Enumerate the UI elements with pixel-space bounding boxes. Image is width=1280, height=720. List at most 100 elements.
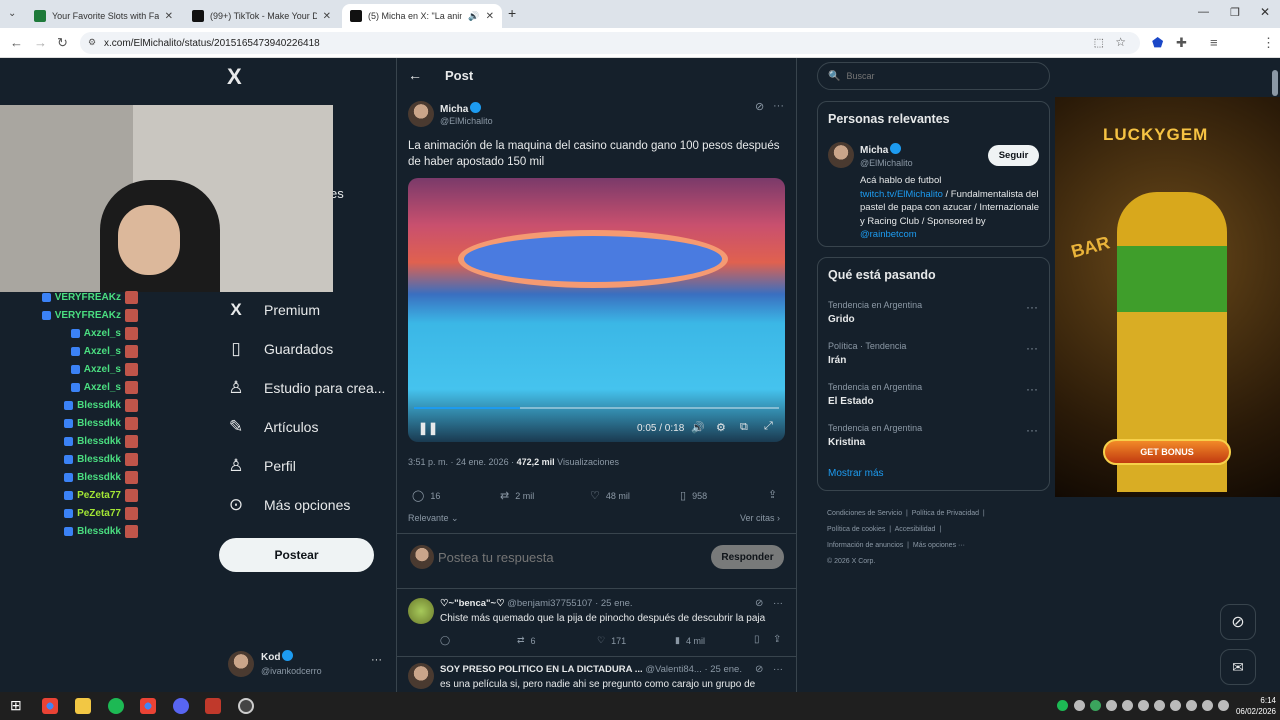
footer-link[interactable]: Política de cookies bbox=[827, 526, 885, 533]
reload-icon[interactable]: ↻ bbox=[57, 35, 68, 51]
footer-link[interactable]: Accesibilidad bbox=[895, 526, 936, 533]
nav-bookmarks[interactable]: ▯ Guardados bbox=[226, 339, 333, 359]
extension-shield-icon[interactable]: ⬟ bbox=[1152, 35, 1163, 51]
fullscreen-icon[interactable]: ⤢ bbox=[764, 420, 773, 433]
obs-icon[interactable] bbox=[238, 698, 254, 714]
speaker-icon[interactable]: 🔊 bbox=[468, 11, 479, 22]
reply-avatar[interactable] bbox=[408, 663, 434, 689]
tray-icon[interactable] bbox=[1170, 700, 1181, 711]
windows-start-icon[interactable]: ⊞ bbox=[10, 697, 22, 714]
video-progress-track[interactable] bbox=[414, 407, 779, 409]
repost-stat[interactable]: ⇄ 2 mil bbox=[500, 489, 534, 502]
url-field[interactable]: ⚙ x.com/ElMichalito/status/2015165473940… bbox=[80, 32, 1140, 54]
trend-more-icon[interactable]: ··· bbox=[1026, 423, 1038, 437]
tray-icon[interactable] bbox=[1186, 700, 1197, 711]
more-icon[interactable]: ··· bbox=[371, 654, 382, 666]
tray-icon[interactable] bbox=[1138, 700, 1149, 711]
reply-input[interactable] bbox=[438, 546, 698, 568]
x-logo[interactable]: X bbox=[227, 64, 242, 90]
author-avatar[interactable] bbox=[408, 101, 434, 127]
close-window-icon[interactable]: ✕ bbox=[1260, 5, 1270, 19]
tab-slots[interactable]: Your Favorite Slots with Fast Wi ✕ bbox=[26, 4, 181, 28]
chrome-icon[interactable] bbox=[42, 698, 58, 714]
tab-x-post[interactable]: (5) Micha en X: "La animació 🔊 ✕ bbox=[342, 4, 502, 28]
author-handle[interactable]: @ElMichalito bbox=[440, 116, 493, 126]
spotify-tray-icon[interactable] bbox=[1057, 700, 1068, 711]
nav-premium[interactable]: X Premium bbox=[226, 300, 320, 320]
grok-icon[interactable]: ⊘ bbox=[755, 664, 763, 675]
footer-link[interactable]: Más opciones ··· bbox=[913, 542, 965, 549]
footer-link[interactable]: Condiciones de Servicio bbox=[827, 510, 902, 517]
bookmark-stat[interactable]: ▯ 958 bbox=[680, 489, 707, 502]
reply-author[interactable]: ♡~"benca"~♡ bbox=[440, 598, 505, 609]
reply-stat[interactable]: ◯ 16 bbox=[412, 489, 440, 502]
scrollbar[interactable] bbox=[1272, 70, 1278, 96]
follow-button[interactable]: Seguir bbox=[988, 145, 1039, 166]
media-icon[interactable]: ≡ bbox=[1210, 35, 1218, 50]
search-input[interactable] bbox=[846, 71, 1027, 81]
reply-author[interactable]: SOY PRESO POLITICO EN LA DICTADURA ... bbox=[440, 664, 643, 675]
like-stat[interactable]: ♡ 48 mil bbox=[590, 489, 630, 502]
ad-cta[interactable]: GET BONUS bbox=[1103, 439, 1231, 465]
account-switcher[interactable]: Kod @ivankodcerro ··· bbox=[228, 648, 386, 682]
post-timestamp[interactable]: 3:51 p. m. · 24 ene. 2026 · bbox=[408, 457, 514, 467]
search-box[interactable]: 🔍 bbox=[817, 62, 1050, 90]
grok-icon[interactable]: ⊘ bbox=[755, 100, 764, 113]
discord-icon[interactable] bbox=[173, 698, 189, 714]
reply-date[interactable]: · 25 ene. bbox=[704, 664, 742, 675]
grok-float-button[interactable]: ⊘ bbox=[1220, 604, 1256, 640]
ad-banner[interactable]: LUCKYGEM BAR GET BONUS bbox=[1055, 97, 1280, 497]
trend-item[interactable]: Tendencia en Argentina El Estado ··· bbox=[828, 382, 1038, 407]
extensions-icon[interactable]: ✚ bbox=[1176, 35, 1187, 51]
relevant-avatar[interactable] bbox=[828, 142, 854, 168]
reply-more-icon[interactable]: ··· bbox=[773, 664, 783, 675]
reply-more-icon[interactable]: ··· bbox=[773, 598, 783, 609]
back-icon[interactable]: ← bbox=[10, 35, 23, 50]
close-tab-icon[interactable]: ✕ bbox=[486, 11, 494, 22]
bookmark-icon[interactable]: ▯ bbox=[754, 634, 760, 645]
trend-item[interactable]: Tendencia en Argentina Kristina ··· bbox=[828, 423, 1038, 448]
minimize-icon[interactable]: — bbox=[1198, 6, 1209, 18]
trend-item[interactable]: Política · Tendencia Irán ··· bbox=[828, 341, 1038, 366]
share-icon[interactable]: ⇪ bbox=[768, 488, 777, 501]
messages-float-button[interactable]: ✉ bbox=[1220, 649, 1256, 685]
clock[interactable]: 6:14 06/02/2026 bbox=[1232, 695, 1276, 717]
nav-studio[interactable]: ♙ Estudio para crea... bbox=[226, 378, 385, 398]
reply-button[interactable]: Responder bbox=[711, 545, 784, 569]
tray-icon[interactable] bbox=[1154, 700, 1165, 711]
relevant-name[interactable]: Micha bbox=[860, 145, 888, 156]
back-arrow-icon[interactable]: ← bbox=[408, 67, 422, 83]
reply-date[interactable]: · 25 ene. bbox=[595, 598, 633, 609]
trend-more-icon[interactable]: ··· bbox=[1026, 382, 1038, 396]
tab-tiktok[interactable]: (99+) TikTok - Make Your Day ✕ bbox=[184, 4, 339, 28]
tab-search-icon[interactable]: ⌄ bbox=[8, 8, 16, 19]
post-more-icon[interactable]: ··· bbox=[773, 100, 784, 112]
install-icon[interactable]: ⬚ bbox=[1094, 36, 1104, 49]
pause-icon[interactable]: ❚❚ bbox=[418, 421, 438, 435]
post-button[interactable]: Postear bbox=[219, 538, 374, 572]
reply-repost-stat[interactable]: ⇄ 6 bbox=[517, 635, 536, 646]
settings-icon[interactable]: ⚙ bbox=[716, 421, 726, 434]
trend-item[interactable]: Tendencia en Argentina Grido ··· bbox=[828, 300, 1038, 325]
rainbet-link[interactable]: @rainbetcom bbox=[860, 229, 917, 240]
reply-reply-stat[interactable]: ◯ bbox=[440, 635, 456, 646]
volume-icon[interactable] bbox=[1218, 700, 1229, 711]
app-icon[interactable] bbox=[205, 698, 221, 714]
wifi-icon[interactable] bbox=[1202, 700, 1213, 711]
nav-articles[interactable]: ✎ Artículos bbox=[226, 417, 319, 437]
new-tab-button[interactable]: + bbox=[508, 5, 516, 21]
trend-more-icon[interactable]: ··· bbox=[1026, 341, 1038, 355]
tray-icon[interactable] bbox=[1106, 700, 1117, 711]
relevant-handle[interactable]: @ElMichalito bbox=[860, 158, 913, 168]
chrome-icon[interactable] bbox=[140, 698, 156, 714]
tray-icon[interactable] bbox=[1122, 700, 1133, 711]
close-tab-icon[interactable]: ✕ bbox=[165, 11, 173, 22]
trend-more-icon[interactable]: ··· bbox=[1026, 300, 1038, 314]
menu-icon[interactable]: ⋮ bbox=[1262, 35, 1275, 51]
tray-icon[interactable] bbox=[1074, 700, 1085, 711]
video-player[interactable]: ❚❚ 0:05 / 0:18 🔊 ⚙ ⧉ ⤢ bbox=[408, 178, 785, 442]
reply-handle[interactable]: @benjami37755107 bbox=[507, 598, 592, 609]
restore-icon[interactable]: ❐ bbox=[1230, 6, 1240, 19]
reply-avatar[interactable] bbox=[408, 598, 434, 624]
star-icon[interactable]: ☆ bbox=[1115, 35, 1126, 49]
